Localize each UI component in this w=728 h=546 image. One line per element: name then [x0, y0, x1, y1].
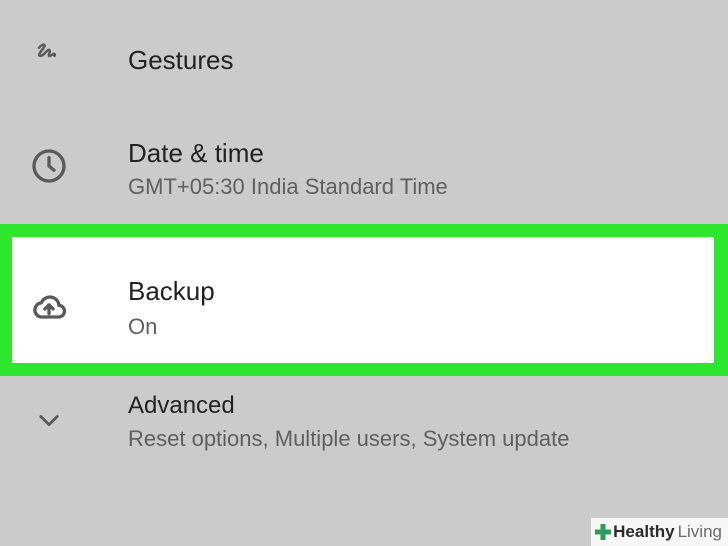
- watermark-text-main: Healthy: [613, 522, 675, 541]
- watermark-text-sub: Living: [677, 522, 722, 541]
- settings-item-title: Date & time: [128, 138, 264, 168]
- settings-item-subtitle: Reset options, Multiple users, System up…: [128, 426, 570, 451]
- settings-item-gestures[interactable]: Gestures: [0, 0, 728, 110]
- settings-item-subtitle: GMT+05:30 India Standard Time: [128, 174, 448, 199]
- watermark-logo: Healthy Living: [591, 518, 728, 546]
- settings-item-title: Advanced: [128, 392, 235, 419]
- settings-item-backup[interactable]: Backup On: [12, 237, 714, 363]
- health-cross-icon: [595, 524, 612, 540]
- cloud-upload-icon: [29, 287, 69, 327]
- clock-icon: [29, 146, 69, 186]
- settings-item-title: Gestures: [128, 45, 234, 75]
- settings-item-backup-highlight: Backup On: [0, 224, 728, 376]
- chevron-down-icon: [29, 400, 69, 440]
- gesture-icon: [29, 34, 69, 74]
- settings-item-advanced[interactable]: Advanced Reset options, Multiple users, …: [0, 376, 728, 476]
- settings-item-title: Backup: [128, 276, 215, 306]
- settings-item-subtitle: On: [128, 314, 158, 339]
- settings-item-date-time[interactable]: Date & time GMT+05:30 India Standard Tim…: [0, 110, 728, 224]
